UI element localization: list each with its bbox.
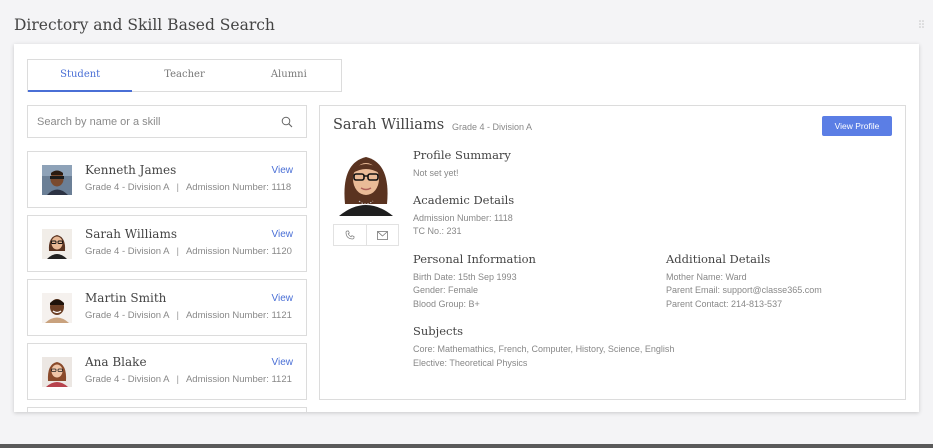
student-admission: Admission Number: 1120 <box>185 246 292 257</box>
academic-tc: TC No.: 231 <box>413 226 462 236</box>
profile-grade: Grade 4 - Division A <box>452 122 533 132</box>
student-grade: Grade 4 - Division A <box>85 246 170 257</box>
view-profile-button[interactable]: View Profile <box>822 116 892 136</box>
meta-separator: | <box>176 246 179 257</box>
directory-tabs: Student Teacher Alumni <box>27 59 342 92</box>
avatar <box>42 229 72 259</box>
list-item[interactable]: Sarah Williams Grade 4 - Division A | Admi… <box>27 215 307 272</box>
search-icon[interactable] <box>281 116 293 128</box>
student-meta: Grade 4 - Division A | Admission Number: 1… <box>85 310 292 321</box>
elective-subjects: Elective: Theoretical Physics <box>413 358 528 368</box>
directory-card: Student Teacher Alumni Kenneth James <box>14 44 919 412</box>
profile-summary-text: Not set yet! <box>413 168 459 178</box>
student-meta: Grade 4 - Division A | Admission Number: 1… <box>85 182 291 193</box>
student-name: Sarah Williams <box>85 227 177 241</box>
view-link[interactable]: View <box>272 357 294 368</box>
phone-icon[interactable] <box>334 225 366 245</box>
student-meta: Grade 4 - Division A | Admission Number: 1… <box>85 246 292 257</box>
profile-panel: Sarah Williams Grade 4 - Division A View… <box>319 105 906 400</box>
meta-separator: | <box>176 374 179 385</box>
mail-icon[interactable] <box>365 225 399 245</box>
birth-date: Birth Date: 15th Sep 1993 <box>413 272 517 282</box>
meta-separator: | <box>176 310 179 321</box>
profile-photo <box>333 149 399 216</box>
page-title: Directory and Skill Based Search <box>14 16 275 34</box>
search-input[interactable] <box>28 106 268 137</box>
mother-name: Mother Name: Ward <box>666 272 747 282</box>
search-box <box>27 105 307 138</box>
view-link[interactable]: View <box>272 165 294 176</box>
core-subjects: Core: Mathemathics, French, Computer, Hi… <box>413 344 675 354</box>
gender: Gender: Female <box>413 285 479 295</box>
profile-name: Sarah Williams <box>333 117 445 133</box>
subjects-heading: Subjects <box>413 324 463 338</box>
parent-contact: Parent Contact: 214-813-537 <box>666 299 783 309</box>
meta-separator: | <box>176 182 179 193</box>
profile-summary-heading: Profile Summary <box>413 148 511 162</box>
view-link[interactable]: View <box>272 293 294 304</box>
tab-teacher[interactable]: Teacher <box>132 60 236 91</box>
student-admission: Admission Number: 1121 <box>185 374 292 385</box>
avatar <box>42 165 72 195</box>
blood-group: Blood Group: B+ <box>413 299 480 309</box>
avatar <box>42 293 72 323</box>
list-item[interactable] <box>27 407 307 412</box>
academic-admission: Admission Number: 1118 <box>413 213 513 223</box>
student-grade: Grade 4 - Division A <box>85 310 170 321</box>
personal-info-heading: Personal Information <box>413 252 536 266</box>
list-item[interactable]: Martin Smith Grade 4 - Division A | Admiss… <box>27 279 307 336</box>
additional-details-heading: Additional Details <box>666 252 771 266</box>
student-meta: Grade 4 - Division A | Admission Number: 1… <box>85 374 292 385</box>
student-admission: Admission Number: 1121 <box>185 310 292 321</box>
drag-handle-icon[interactable] <box>919 20 924 30</box>
view-link[interactable]: View <box>272 229 294 240</box>
student-name: Ana Blake <box>85 355 147 369</box>
student-name: Kenneth James <box>85 163 177 177</box>
student-admission: Admission Number: 1118 <box>185 182 292 193</box>
academic-details-heading: Academic Details <box>413 193 515 207</box>
bottom-bar <box>0 444 933 448</box>
contact-bar <box>333 224 399 246</box>
student-name: Martin Smith <box>85 291 167 305</box>
avatar <box>42 357 72 387</box>
parent-email: Parent Email: support@classe365.com <box>666 285 822 295</box>
student-list: Kenneth James Grade 4 - Division A | Admis… <box>27 151 307 412</box>
list-item[interactable]: Kenneth James Grade 4 - Division A | Admis… <box>27 151 307 208</box>
student-grade: Grade 4 - Division A <box>85 374 170 385</box>
student-grade: Grade 4 - Division A <box>85 182 170 193</box>
tab-alumni[interactable]: Alumni <box>237 60 341 91</box>
list-item[interactable]: Ana Blake Grade 4 - Division A | Admission… <box>27 343 307 400</box>
tab-student[interactable]: Student <box>28 60 133 92</box>
